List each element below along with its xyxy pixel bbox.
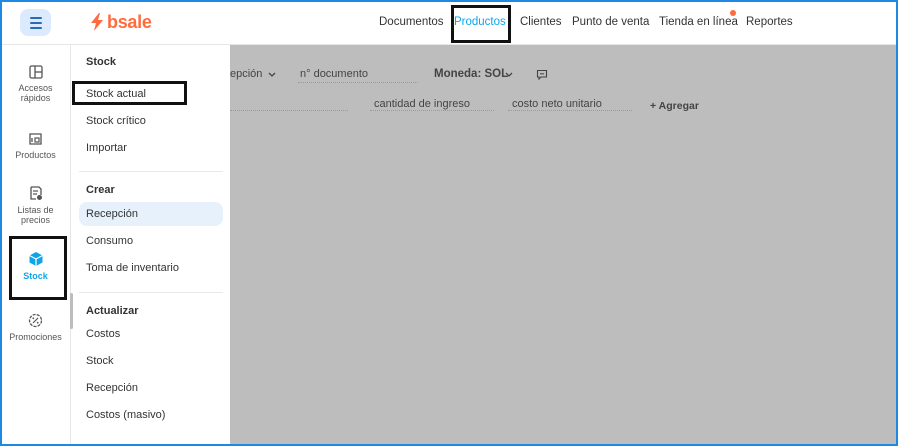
rail-label: Productos: [15, 150, 56, 160]
rail-item-stock[interactable]: Stock: [0, 251, 71, 281]
promotions-icon: [28, 313, 43, 328]
menu-item-stock[interactable]: Stock: [86, 355, 114, 367]
nav-reportes[interactable]: Reportes: [746, 16, 793, 28]
dimmed-backdrop[interactable]: epción n° documento Moneda: SOL cantidad…: [230, 45, 898, 446]
hamburger-line: [29, 26, 42, 29]
rail-item-accesos-rapidos[interactable]: Accesos rápidos: [0, 65, 71, 103]
add-row-button[interactable]: + Agregar: [650, 100, 699, 112]
section-title-crear: Crear: [86, 184, 115, 196]
menu-item-recepcion-actualizar[interactable]: Recepción: [86, 382, 138, 394]
menu-item-consumo[interactable]: Consumo: [86, 235, 133, 247]
menu-item-stock-actual[interactable]: Stock actual: [86, 88, 146, 100]
document-type-partial[interactable]: epción: [230, 68, 262, 80]
divider: [79, 292, 223, 293]
logo-text: bsale: [107, 11, 152, 32]
rail-label: Promociones: [9, 332, 62, 342]
bsale-logo[interactable]: bsale: [90, 11, 152, 33]
menu-item-importar[interactable]: Importar: [86, 142, 127, 154]
nav-documentos[interactable]: Documentos: [379, 16, 444, 28]
stock-box-icon: [28, 252, 43, 266]
input-underline: [370, 110, 494, 111]
comment-icon[interactable]: [536, 69, 548, 81]
section-title-stock: Stock: [86, 56, 116, 68]
rail-label: Accesos rápidos: [18, 83, 53, 103]
column-cantidad-de-ingreso: cantidad de ingreso: [374, 98, 471, 110]
currency-selector[interactable]: Moneda: SOL: [434, 68, 508, 80]
input-underline: [230, 110, 348, 111]
products-icon: [29, 133, 42, 145]
hamburger-menu-button[interactable]: [20, 9, 51, 36]
stock-flyout-menu: Stock Stock actual Stock crítico Importa…: [73, 45, 230, 446]
rail-item-productos[interactable]: Productos: [0, 132, 71, 160]
rail-item-listas-de-precios[interactable]: Listas de precios: [0, 186, 71, 225]
menu-item-costos[interactable]: Costos: [86, 328, 120, 340]
rail-label: Listas de precios: [17, 205, 54, 225]
column-costo-neto-unitario: costo neto unitario: [512, 98, 602, 110]
menu-item-costos-masivo[interactable]: Costos (masivo): [86, 409, 165, 421]
input-underline: [298, 82, 418, 83]
rail-item-promociones[interactable]: Promociones: [0, 313, 71, 342]
chevron-down-icon: [505, 72, 513, 77]
document-number-input[interactable]: n° documento: [300, 68, 368, 80]
hamburger-line: [29, 21, 42, 24]
divider: [79, 171, 223, 172]
notification-dot: [730, 10, 736, 16]
section-title-actualizar: Actualizar: [86, 305, 139, 317]
rail-label: Stock: [23, 271, 48, 281]
bolt-logo-icon: [91, 13, 103, 31]
menu-item-stock-critico[interactable]: Stock crítico: [86, 115, 146, 127]
top-bar: bsale Documentos Productos Clientes Punt…: [0, 0, 898, 45]
menu-item-recepcion[interactable]: Recepción: [79, 202, 223, 226]
quick-access-icon: [28, 65, 43, 79]
nav-tienda-en-linea[interactable]: Tienda en línea: [659, 16, 738, 28]
nav-punto-de-venta[interactable]: Punto de venta: [572, 16, 649, 28]
menu-item-toma-de-inventario[interactable]: Toma de inventario: [86, 262, 179, 274]
left-rail: Accesos rápidos Productos Listas de prec…: [0, 45, 73, 446]
nav-productos[interactable]: Productos: [454, 16, 506, 28]
input-underline: [508, 110, 632, 111]
nav-clientes[interactable]: Clientes: [520, 16, 562, 28]
hamburger-line: [29, 16, 42, 19]
price-list-icon: [29, 186, 42, 200]
chevron-down-icon: [268, 72, 276, 77]
